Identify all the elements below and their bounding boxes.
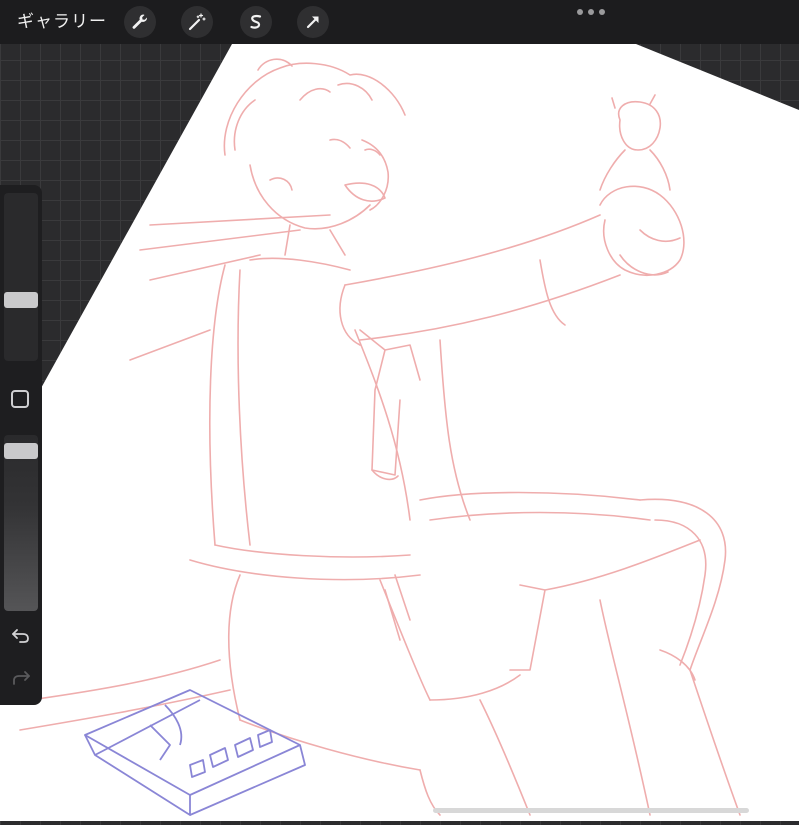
modify-button[interactable] [11,390,29,408]
selection-button[interactable] [240,6,272,38]
drawing-canvas[interactable] [0,44,799,821]
redo-icon [13,671,30,685]
left-sidebar [0,185,42,705]
canvas-page [0,44,799,821]
drawing-canvas-area[interactable] [0,44,799,821]
redo-button[interactable] [9,667,33,687]
wrench-icon [132,14,148,29]
ellipsis-icon-dot [577,9,583,15]
undo-icon [12,629,29,643]
adjustments-button[interactable] [181,6,213,38]
selection-s-icon [250,14,262,29]
transform-arrow-icon [306,16,319,29]
brush-size-slider-thumb[interactable] [4,292,38,308]
brush-size-slider[interactable] [4,193,38,361]
magic-wand-icon [188,13,206,31]
actions-button[interactable] [124,6,156,38]
ellipsis-icon-dot [588,9,594,15]
top-toolbar: ギャラリー [0,0,799,44]
opacity-slider[interactable] [4,435,38,611]
transform-button[interactable] [297,6,329,38]
ellipsis-icon-dot [599,9,605,15]
home-indicator [433,808,749,813]
more-options-button[interactable] [577,8,605,16]
opacity-slider-thumb[interactable] [4,443,38,459]
gallery-button[interactable]: ギャラリー [17,9,107,35]
undo-button[interactable] [9,625,33,645]
